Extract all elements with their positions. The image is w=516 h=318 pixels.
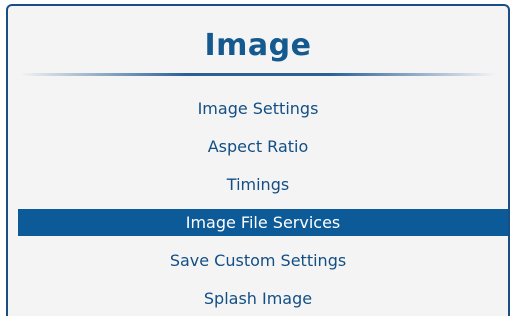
image-menu-panel: Image Image Settings Aspect Ratio Timing… [6,4,510,316]
menu-list: Image Settings Aspect Ratio Timings Imag… [8,90,508,316]
menu-item-splash-image[interactable]: Splash Image [8,280,508,316]
panel-title: Image [204,28,312,63]
menu-item-timings[interactable]: Timings [8,166,508,204]
menu-item-image-file-services[interactable]: Image File Services [18,209,508,236]
title-divider [20,73,496,76]
menu-item-aspect-ratio[interactable]: Aspect Ratio [8,128,508,166]
menu-item-image-settings[interactable]: Image Settings [8,90,508,128]
menu-item-save-custom-settings[interactable]: Save Custom Settings [8,242,508,280]
